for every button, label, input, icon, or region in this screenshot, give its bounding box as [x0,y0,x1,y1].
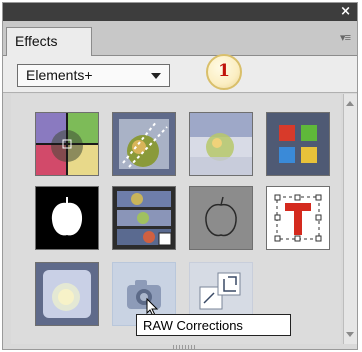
effect-tooltip: RAW Corrections [136,314,291,336]
white-silhouette-effect[interactable] [35,186,99,250]
tab-effects[interactable]: Effects [6,27,92,56]
effects-toolbar: Elements+ 1 [3,54,357,93]
apple-outline-effect[interactable] [189,186,253,250]
panel-title-bar[interactable]: × [3,3,357,21]
film-strip-effect[interactable] [112,186,176,250]
color-quadrant-effect[interactable] [35,112,99,176]
text-transform-effect[interactable] [266,186,330,250]
panel-menu-icon[interactable]: ▾≡ [340,31,351,44]
chevron-down-icon [151,73,161,79]
scroll-up-icon[interactable] [346,101,354,106]
bright-blur-effect[interactable] [189,112,253,176]
scroll-down-icon[interactable] [346,332,354,337]
vertical-scrollbar[interactable] [343,94,357,344]
soft-glow-effect[interactable] [35,262,99,326]
effects-panel: × Effects ▾≡ Elements+ 1 RAW Corrections [2,2,358,350]
resize-grip[interactable] [173,345,197,349]
tab-strip: Effects ▾≡ [3,21,357,56]
callout-badge: 1 [206,54,242,90]
dashed-selection-effect[interactable] [112,112,176,176]
color-blocks-effect[interactable] [266,112,330,176]
close-icon[interactable]: × [340,4,351,20]
category-dropdown[interactable]: Elements+ [17,64,170,87]
effects-grid [11,94,341,344]
category-dropdown-value: Elements+ [26,67,93,83]
